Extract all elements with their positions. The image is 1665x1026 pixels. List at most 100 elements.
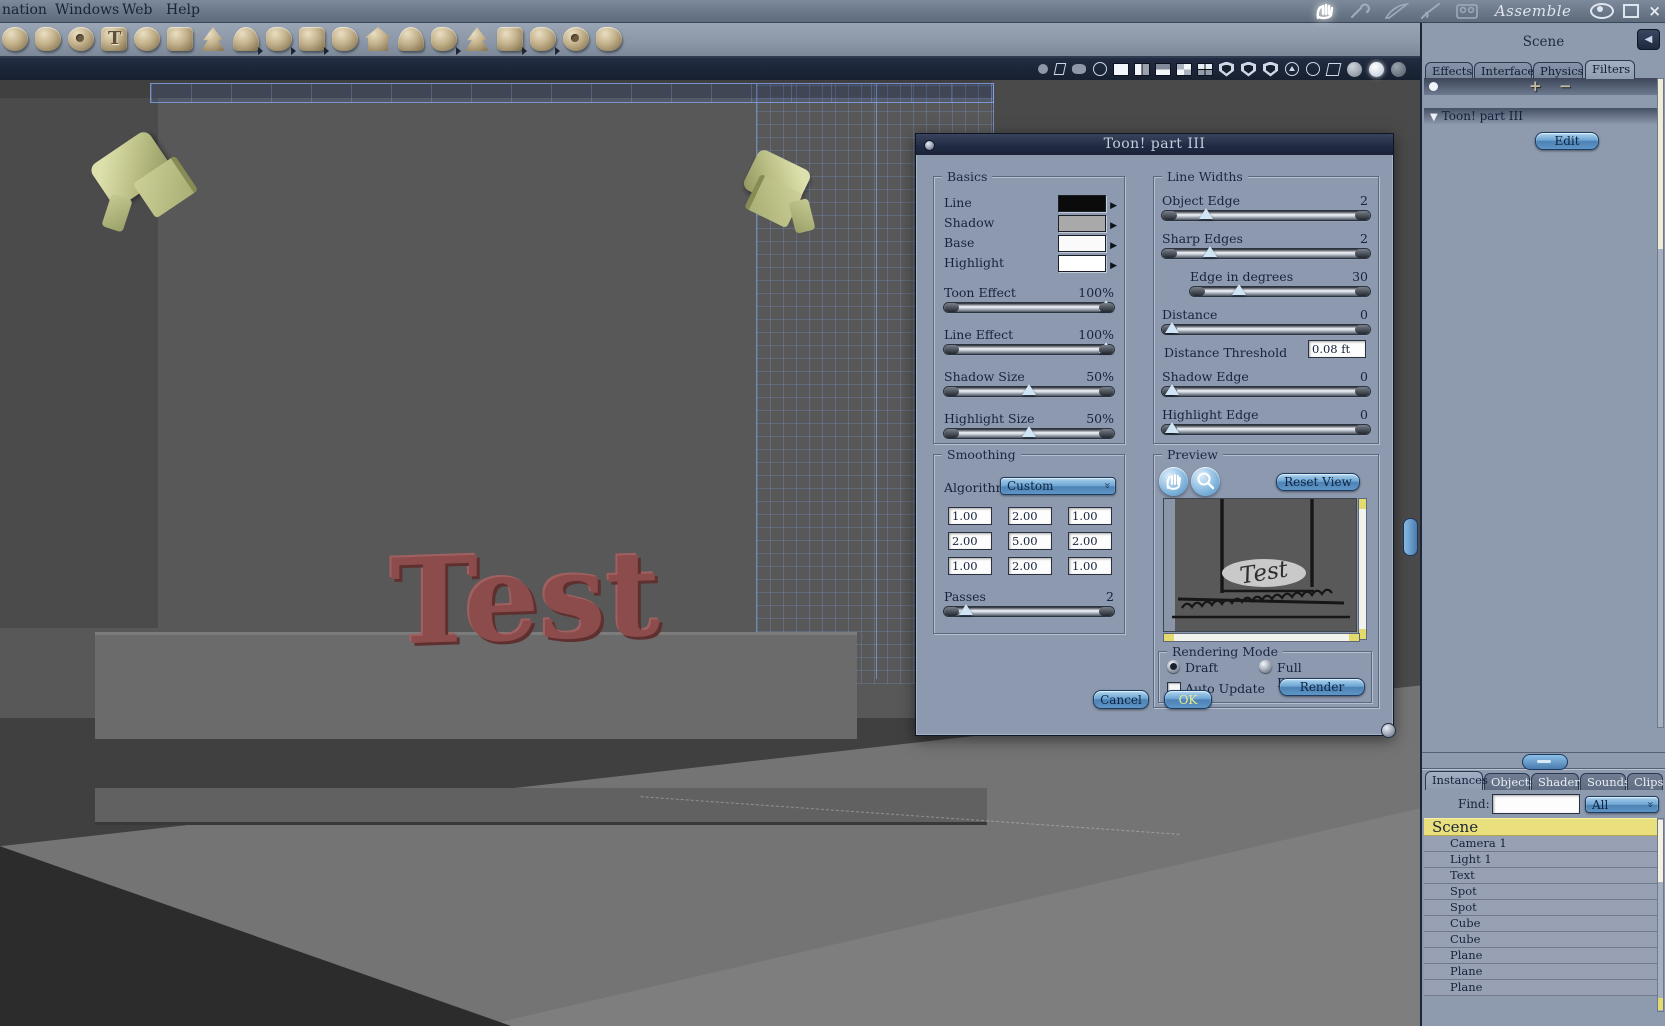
preview-hscrollbar[interactable] — [1164, 634, 1359, 641]
add-filter-icon[interactable]: + — [1529, 77, 1542, 95]
shading-lit-icon[interactable] — [1369, 61, 1384, 77]
full-rendering-radio[interactable] — [1259, 660, 1272, 673]
filter-all-dropdown[interactable]: All » — [1585, 796, 1659, 813]
cube-view-icon[interactable] — [1325, 62, 1342, 76]
tab-shaders[interactable]: Shaders — [1531, 773, 1586, 790]
render-button[interactable]: Render — [1279, 678, 1365, 696]
list-item[interactable]: Plane — [1424, 964, 1657, 980]
dialog-collapse-icon[interactable] — [924, 140, 935, 151]
view-shield-front-icon[interactable] — [1219, 61, 1234, 77]
layout-two-icon[interactable] — [1135, 63, 1149, 75]
list-item[interactable]: Light 1 — [1424, 852, 1657, 868]
highlight-color-swatch[interactable] — [1058, 255, 1106, 272]
close-icon[interactable]: × — [1648, 2, 1661, 20]
view-shield-top-icon[interactable] — [1241, 61, 1256, 77]
model-wrench-icon[interactable] — [1349, 2, 1375, 20]
maximize-icon[interactable] — [1623, 4, 1640, 18]
draft-radio[interactable] — [1167, 660, 1180, 673]
instances-scrollbar[interactable] — [1657, 818, 1664, 1012]
dialog-titlebar[interactable]: Toon! part III — [916, 134, 1393, 155]
tab-interface[interactable]: Interface — [1474, 62, 1534, 79]
matrix-input[interactable] — [948, 532, 992, 550]
wireframe-sphere-icon[interactable] — [1093, 62, 1107, 76]
menu-web[interactable]: Web — [122, 2, 153, 18]
tab-filters[interactable]: Filters — [1585, 60, 1635, 79]
viewport-scrollbar-handle[interactable] — [1403, 518, 1418, 556]
matrix-input[interactable] — [1068, 507, 1112, 525]
bone-tool-icon[interactable] — [596, 27, 622, 51]
metaballs-tool-icon[interactable] — [299, 27, 329, 55]
highlight-edge-slider[interactable] — [1162, 422, 1370, 434]
shadow-color-flyout-icon[interactable]: ▶ — [1110, 221, 1117, 231]
tab-sounds[interactable]: Sounds — [1580, 773, 1630, 790]
zoom-magnifier-button[interactable] — [1191, 467, 1220, 496]
list-item[interactable]: Cube — [1424, 916, 1657, 932]
view-shield-side-icon[interactable] — [1263, 61, 1278, 77]
filter-item-row[interactable]: ▼ Toon! part III — [1424, 108, 1657, 125]
cancel-button[interactable]: Cancel — [1093, 690, 1149, 709]
volumetric-tool-icon[interactable] — [332, 27, 358, 51]
house-tool-icon[interactable] — [365, 27, 391, 51]
remove-filter-icon[interactable]: − — [1559, 77, 1572, 95]
rock-tool-icon[interactable] — [431, 27, 461, 55]
light-toggle-icon[interactable] — [1038, 64, 1048, 74]
molecule-tool-icon[interactable] — [35, 27, 61, 51]
list-item[interactable]: Spot — [1424, 900, 1657, 916]
production-frame-icon[interactable] — [1053, 63, 1067, 75]
pan-hand-button[interactable] — [1159, 467, 1188, 496]
layout-split-icon[interactable] — [1156, 63, 1170, 75]
texture-pen-icon[interactable] — [1384, 2, 1410, 20]
fire-tool-icon[interactable] — [266, 27, 296, 55]
tab-objects[interactable]: Objects — [1484, 773, 1535, 790]
matrix-input[interactable] — [1008, 557, 1052, 575]
fountain-tool-icon[interactable] — [465, 27, 489, 51]
list-item[interactable]: Plane — [1424, 980, 1657, 996]
orbit-view-icon[interactable] — [1285, 62, 1299, 76]
shadow-edge-slider[interactable] — [1162, 384, 1370, 396]
menu-windows[interactable]: Windows — [55, 2, 119, 18]
ok-button[interactable]: OK — [1164, 690, 1212, 709]
edit-button[interactable]: Edit — [1535, 132, 1599, 150]
camera-tool-icon[interactable] — [497, 27, 527, 55]
line-color-flyout-icon[interactable]: ▶ — [1110, 201, 1117, 211]
ocean-tool-icon[interactable] — [398, 27, 424, 51]
menu-help[interactable]: Help — [166, 2, 200, 18]
preview-vscrollbar[interactable] — [1359, 499, 1366, 639]
target-tool-icon[interactable] — [563, 27, 589, 51]
terrain-tool-icon[interactable] — [167, 27, 193, 51]
spotlight-object-left[interactable] — [88, 118, 218, 248]
panel-back-button[interactable]: ◀ — [1637, 29, 1660, 50]
tab-effects[interactable]: Effects — [1425, 62, 1473, 79]
matrix-input[interactable] — [1068, 532, 1112, 550]
shading-gray-icon[interactable] — [1347, 61, 1362, 77]
matrix-input[interactable] — [948, 507, 992, 525]
object-edge-slider[interactable] — [1162, 208, 1370, 220]
shading-dark-icon[interactable] — [1391, 61, 1406, 77]
highlight-color-flyout-icon[interactable]: ▶ — [1110, 261, 1117, 271]
list-item[interactable]: Camera 1 — [1424, 836, 1657, 852]
list-item[interactable]: Spot — [1424, 884, 1657, 900]
matrix-input[interactable] — [948, 557, 992, 575]
menu-animation[interactable]: nation — [2, 2, 47, 18]
distance-slider[interactable] — [1162, 322, 1370, 334]
tab-instances[interactable]: Instances — [1425, 771, 1488, 790]
rotate-view-icon[interactable] — [1306, 62, 1320, 76]
sidebar-scrollbar[interactable] — [1657, 78, 1664, 728]
matrix-input[interactable] — [1068, 557, 1112, 575]
spotlight-object-right[interactable] — [741, 142, 858, 262]
shadow-color-swatch[interactable] — [1058, 215, 1106, 232]
reset-view-button[interactable]: Reset View — [1276, 473, 1360, 491]
splitter-handle[interactable] — [1522, 754, 1568, 770]
tree-tool-icon[interactable] — [201, 27, 225, 51]
algorithm-dropdown[interactable]: Custom » — [1000, 477, 1116, 495]
text-tool-icon[interactable] — [101, 27, 127, 51]
matrix-input[interactable] — [1008, 507, 1052, 525]
line-effect-slider[interactable] — [944, 342, 1114, 354]
base-color-flyout-icon[interactable]: ▶ — [1110, 241, 1117, 251]
sequence-film-icon[interactable] — [1454, 2, 1480, 20]
tab-clips[interactable]: Clips — [1627, 773, 1663, 790]
filter-enabled-icon[interactable] — [1429, 82, 1438, 91]
layout-four-icon[interactable] — [1177, 63, 1191, 75]
layout-custom-icon[interactable] — [1198, 63, 1212, 75]
vertex-object-tool-icon[interactable] — [68, 27, 94, 51]
